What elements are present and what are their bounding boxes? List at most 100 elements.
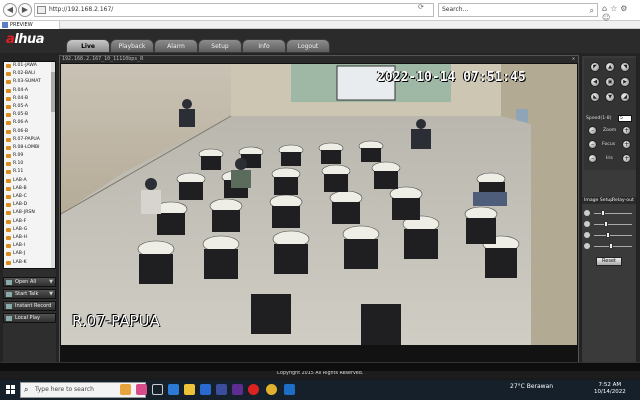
focus-label: Focus — [602, 142, 616, 147]
file-explorer-icon[interactable] — [184, 384, 195, 395]
start-talk-button[interactable]: Start Talk ▼ — [3, 289, 56, 299]
pan-down-right-icon[interactable]: ◢ — [620, 92, 630, 102]
tab-logout[interactable]: Logout — [286, 39, 330, 53]
channel-item[interactable]: R.11 — [4, 168, 55, 176]
instant-record-button[interactable]: Instant Record — [3, 301, 56, 311]
pan-up-icon[interactable]: ▲ — [605, 62, 615, 72]
outlook-icon[interactable] — [200, 384, 211, 395]
refresh-icon[interactable]: ⟳ — [418, 3, 424, 11]
taskbar-search-placeholder: Type here to search — [35, 386, 94, 393]
pan-down-icon[interactable]: ▼ — [605, 92, 615, 102]
channel-item[interactable]: LAB-A — [4, 177, 55, 185]
pan-down-left-icon[interactable]: ◣ — [590, 92, 600, 102]
iris-close-button[interactable]: – — [588, 154, 597, 163]
tab-live[interactable]: Live — [66, 39, 110, 53]
forward-icon[interactable]: ▶ — [18, 3, 32, 17]
channel-item[interactable]: R.04-A — [4, 87, 55, 95]
channel-item[interactable]: LAB-F — [4, 218, 55, 226]
search-icon[interactable]: ⌕ — [590, 5, 594, 17]
pan-up-right-icon[interactable]: ◥ — [620, 62, 630, 72]
back-icon[interactable]: ◀ — [3, 3, 17, 17]
channel-item[interactable]: R.05-B — [4, 111, 55, 119]
slider-knob[interactable] — [600, 210, 605, 216]
channel-item[interactable]: R.03-SUMAT — [4, 78, 55, 86]
contrast-slider[interactable] — [584, 220, 634, 229]
iris-open-button[interactable]: + — [622, 154, 631, 163]
contrast-icon — [584, 221, 590, 227]
local-play-button[interactable]: Local Play — [3, 313, 56, 323]
weather-widget[interactable]: 27°C Berawan — [510, 383, 553, 390]
browser-tab[interactable]: PREVIEW — [0, 21, 60, 29]
brightness-slider[interactable] — [584, 209, 634, 218]
pan-left-icon[interactable]: ◀ — [590, 77, 600, 87]
channel-scrollbar[interactable] — [51, 62, 55, 268]
channel-item[interactable]: R.06-B — [4, 128, 55, 136]
channel-item[interactable]: LAB-H — [4, 234, 55, 242]
live-video-feed[interactable]: 2022-10-14 07:51:45 R.07-PAPUA — [61, 64, 577, 345]
channel-item[interactable]: LAB-J — [4, 250, 55, 258]
channel-label: R.07-PAPUA — [13, 136, 40, 142]
channel-item[interactable]: LAB-I — [4, 242, 55, 250]
channel-item[interactable]: LAB-D — [4, 201, 55, 209]
channel-item[interactable]: LAB-B — [4, 185, 55, 193]
video-window[interactable]: 192.168.2.167_10_11110bps_R ✕ 2022-10-14… — [59, 55, 579, 371]
channel-item[interactable]: R.04-B — [4, 95, 55, 103]
focus-in-button[interactable]: + — [622, 140, 631, 149]
store-icon[interactable] — [216, 384, 227, 395]
tab-info[interactable]: Info — [242, 39, 286, 53]
ptz-center-icon[interactable]: ▣ — [605, 77, 615, 87]
hue-slider[interactable] — [584, 242, 634, 251]
pan-right-icon[interactable]: ▶ — [620, 77, 630, 87]
tab-setup[interactable]: Setup — [198, 39, 242, 53]
opera-icon[interactable] — [248, 384, 259, 395]
chrome-icon[interactable] — [266, 384, 277, 395]
channel-item[interactable]: R.06-A — [4, 119, 55, 127]
windows-start-icon[interactable] — [6, 385, 16, 395]
pan-up-left-icon[interactable]: ◤ — [590, 62, 600, 72]
slider-knob[interactable] — [604, 221, 609, 227]
browser-search-input[interactable]: Search... ⌕ — [438, 3, 598, 17]
app-icon[interactable] — [232, 384, 243, 395]
close-icon[interactable]: ✕ — [572, 56, 575, 63]
image-setup-tab[interactable]: Image Setup — [584, 198, 613, 203]
channel-item[interactable]: R.02-BALI — [4, 70, 55, 78]
slider-knob[interactable] — [609, 243, 614, 249]
channel-item[interactable]: R.01-JAWA — [4, 62, 55, 70]
channel-item[interactable]: LAB-JRSN — [4, 209, 55, 217]
folder-icon — [6, 316, 12, 321]
browser-menu-icons[interactable]: ⌂☆⚙☺ — [602, 4, 640, 22]
focus-out-button[interactable]: – — [588, 140, 597, 149]
channel-item[interactable]: R.08-LOMBI — [4, 144, 55, 152]
task-view-icon[interactable] — [152, 384, 163, 395]
camera-icon — [6, 211, 11, 216]
channel-item[interactable]: R.05-A — [4, 103, 55, 111]
record-icon — [6, 304, 12, 309]
widget-icon[interactable] — [136, 384, 147, 395]
relay-out-tab[interactable]: Relay-out — [612, 197, 634, 204]
internet-explorer-icon[interactable] — [284, 384, 295, 395]
open-all-button[interactable]: Open All ▼ — [3, 277, 56, 287]
channel-label: LAB-JRSN — [13, 210, 35, 216]
scroll-thumb[interactable] — [51, 72, 55, 112]
channel-item[interactable]: LAB-G — [4, 226, 55, 234]
address-bar[interactable]: http://192.168.2.167/ — [34, 3, 434, 17]
zoom-out-button[interactable]: – — [588, 126, 597, 135]
channel-item[interactable]: R.10 — [4, 160, 55, 168]
tab-alarm[interactable]: Alarm — [154, 39, 198, 53]
saturation-slider[interactable] — [584, 231, 634, 240]
channel-item[interactable]: R.09 — [4, 152, 55, 160]
slider-knob[interactable] — [605, 232, 610, 238]
chevron-down-icon[interactable]: ▼ — [49, 290, 53, 298]
chevron-down-icon[interactable]: ▼ — [49, 278, 53, 286]
classroom-camera-image — [61, 64, 577, 345]
reset-button[interactable]: Reset — [596, 257, 622, 266]
zoom-in-button[interactable]: + — [622, 126, 631, 135]
system-clock[interactable]: 7:52 AM 10/14/2022 — [594, 382, 626, 396]
channel-item[interactable]: R.07-PAPUA — [4, 136, 55, 144]
speed-select[interactable]: 5 — [618, 115, 632, 122]
news-widget-icon[interactable] — [120, 384, 131, 395]
channel-item[interactable]: LAB-K — [4, 259, 55, 267]
channel-item[interactable]: LAB-C — [4, 193, 55, 201]
tab-playback[interactable]: Playback — [110, 39, 154, 53]
edge-icon[interactable] — [168, 384, 179, 395]
